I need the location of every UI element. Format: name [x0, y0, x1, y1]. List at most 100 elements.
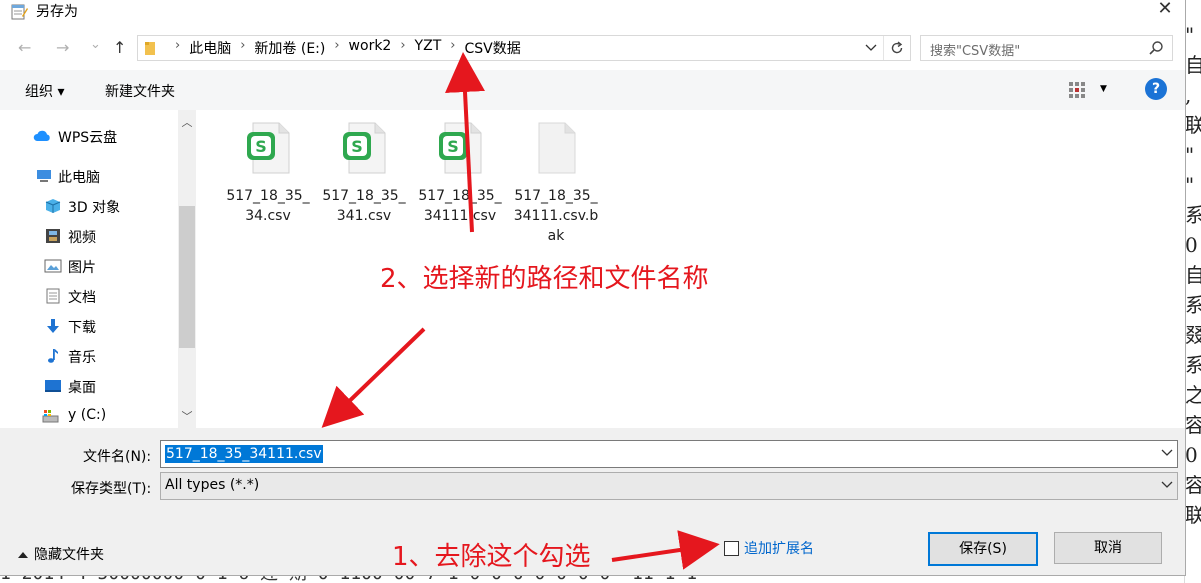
- caret-up-icon: [18, 552, 28, 558]
- filename-input[interactable]: 517_18_35_34111.csv: [160, 440, 1178, 468]
- sidebar-item-desktop[interactable]: 桌面: [0, 372, 178, 400]
- scroll-down-icon[interactable]: ﹀: [178, 408, 196, 424]
- title-bar: 另存为 ✕: [0, 0, 1185, 22]
- picture-icon: [44, 259, 62, 273]
- sidebar-item-label: 文档: [68, 290, 96, 306]
- breadcrumb-item[interactable]: 新加卷 (E:): [254, 38, 325, 58]
- new-folder-button[interactable]: 新建文件夹: [105, 81, 175, 101]
- save-options-panel: 文件名(N): 517_18_35_34111.csv 保存类型(T): All…: [0, 428, 1185, 575]
- save-button[interactable]: 保存(S): [928, 532, 1038, 566]
- sidebar-item-label: 下载: [68, 320, 96, 336]
- navigation-pane: WPS云盘 此电脑 3D 对象 视频 图片 文档 下载 音乐 桌面 y (C:): [0, 110, 178, 428]
- search-icon[interactable]: [1148, 40, 1164, 56]
- breadcrumb-separator: ›: [450, 38, 456, 53]
- file-item[interactable]: S 517_18_35_34111.csv: [415, 122, 505, 226]
- file-item[interactable]: S 517_18_35_34.csv: [223, 122, 313, 226]
- music-icon: [48, 349, 58, 363]
- scroll-up-icon[interactable]: ︿: [178, 114, 196, 130]
- svg-text:S: S: [255, 137, 267, 156]
- folder-icon: [145, 42, 155, 55]
- organize-button[interactable]: 组织 ▾: [25, 81, 64, 101]
- cancel-button[interactable]: 取消: [1054, 532, 1162, 564]
- background-text-right: " 自 , 联 " " 系 0 自 系 叕 系 之 容 0 容 联: [1185, 23, 1201, 527]
- background-window-edge: " 自 , 联 " " 系 0 自 系 叕 系 之 容 0 容 联: [1184, 0, 1201, 583]
- forward-button[interactable]: →: [56, 38, 69, 57]
- sidebar-item-label: 桌面: [68, 380, 96, 396]
- help-icon[interactable]: ?: [1145, 78, 1167, 100]
- computer-icon: [37, 170, 51, 182]
- svg-text:S: S: [351, 137, 363, 156]
- sidebar-item-documents[interactable]: 文档: [0, 282, 178, 310]
- breadcrumb-separator: ›: [175, 38, 181, 53]
- sidebar-item-3d-objects[interactable]: 3D 对象: [0, 192, 178, 220]
- filename-value: 517_18_35_34111.csv: [165, 445, 323, 463]
- annotation-step-1: 1、去除这个勾选: [392, 542, 591, 572]
- hide-folders-toggle[interactable]: 隐藏文件夹: [18, 544, 104, 564]
- navigation-pane-scrollbar[interactable]: ︿ ﹀: [178, 110, 196, 428]
- append-extension-checkbox[interactable]: [724, 541, 739, 556]
- breadcrumb-separator: ›: [400, 38, 406, 53]
- filetype-value: All types (*.*): [165, 477, 260, 493]
- command-bar: 组织 ▾ 新建文件夹 ▼ ?: [0, 70, 1185, 110]
- close-icon: ✕: [1157, 0, 1173, 19]
- address-dropdown-icon[interactable]: [863, 39, 879, 55]
- sidebar-item-label: 此电脑: [58, 170, 100, 186]
- wps-spreadsheet-icon: S: [439, 122, 482, 174]
- view-dropdown-icon[interactable]: ▼: [1100, 84, 1107, 94]
- address-bar[interactable]: › 此电脑 › 新加卷 (E:) › work2 › YZT › CSV数据: [137, 35, 911, 61]
- sidebar-item-label: 视频: [68, 230, 96, 246]
- chevron-down-icon[interactable]: [1161, 449, 1173, 457]
- search-placeholder: 搜索"CSV数据": [930, 44, 1021, 59]
- sidebar-item-label: 音乐: [68, 350, 96, 366]
- sidebar-item-this-pc[interactable]: 此电脑: [0, 162, 178, 190]
- back-button[interactable]: ←: [18, 38, 31, 57]
- recent-locations-button[interactable]: ⌄: [90, 37, 101, 52]
- hide-folders-label: 隐藏文件夹: [34, 547, 104, 563]
- scrollbar-thumb[interactable]: [179, 206, 195, 348]
- film-icon: [46, 229, 60, 243]
- chevron-down-icon[interactable]: [1161, 481, 1173, 489]
- navigation-bar: ← → ⌄ ↑ › 此电脑 › 新加卷 (E:) › work2 › YZT › CSV数据: [0, 32, 1185, 64]
- wps-spreadsheet-icon: S: [247, 122, 290, 174]
- breadcrumb-item[interactable]: YZT: [415, 38, 442, 54]
- sidebar-item-label: 3D 对象: [68, 200, 121, 216]
- breadcrumb-item[interactable]: CSV数据: [464, 38, 520, 58]
- sidebar-item-wps-cloud[interactable]: WPS云盘: [0, 122, 178, 150]
- append-extension-label[interactable]: 追加扩展名: [744, 538, 814, 558]
- sidebar-item-label: y (C:): [68, 407, 107, 423]
- close-button[interactable]: ✕: [1145, 0, 1185, 22]
- drive-icon: [42, 410, 59, 423]
- refresh-button[interactable]: [883, 36, 910, 60]
- document-icon: [46, 288, 60, 304]
- sidebar-item-videos[interactable]: 视频: [0, 222, 178, 250]
- svg-text:S: S: [447, 137, 459, 156]
- cloud-icon: [33, 130, 50, 141]
- file-item[interactable]: 517_18_35_34111.csv.bak: [511, 122, 601, 246]
- up-button[interactable]: ↑: [113, 38, 126, 57]
- save-as-dialog: 另存为 ✕ ← → ⌄ ↑ › 此电脑 › 新加卷 (E:) › work2 › YZT › CS…: [0, 0, 1186, 576]
- search-input[interactable]: 搜索"CSV数据": [920, 35, 1173, 61]
- file-item[interactable]: S 517_18_35_341.csv: [319, 122, 409, 226]
- file-name: 517_18_35_34.csv: [226, 188, 310, 224]
- annotation-step-2: 2、选择新的路径和文件名称: [380, 264, 709, 294]
- file-name: 517_18_35_34111.csv: [418, 188, 502, 224]
- breadcrumb: › 此电脑 › 新加卷 (E:) › work2 › YZT › CSV数据: [166, 38, 521, 58]
- sidebar-item-music[interactable]: 音乐: [0, 342, 178, 370]
- sidebar-item-drive-c[interactable]: y (C:): [0, 402, 178, 428]
- file-name: 517_18_35_341.csv: [322, 188, 406, 224]
- sidebar-item-label: 图片: [68, 260, 96, 276]
- notepad-icon: [11, 4, 28, 20]
- blank-file-icon: [538, 122, 576, 174]
- breadcrumb-item[interactable]: work2: [349, 38, 392, 54]
- sidebar-item-label: WPS云盘: [58, 130, 118, 146]
- sidebar-item-downloads[interactable]: 下载: [0, 312, 178, 340]
- refresh-icon: [891, 41, 903, 54]
- filetype-label: 保存类型(T):: [71, 481, 152, 497]
- sidebar-item-pictures[interactable]: 图片: [0, 252, 178, 280]
- filename-label: 文件名(N):: [83, 449, 152, 465]
- file-name: 517_18_35_34111.csv.bak: [513, 188, 599, 244]
- breadcrumb-item[interactable]: 此电脑: [189, 38, 231, 58]
- breadcrumb-separator: ›: [334, 38, 340, 53]
- filetype-select[interactable]: All types (*.*): [160, 472, 1178, 500]
- view-options-icon[interactable]: [1068, 81, 1086, 99]
